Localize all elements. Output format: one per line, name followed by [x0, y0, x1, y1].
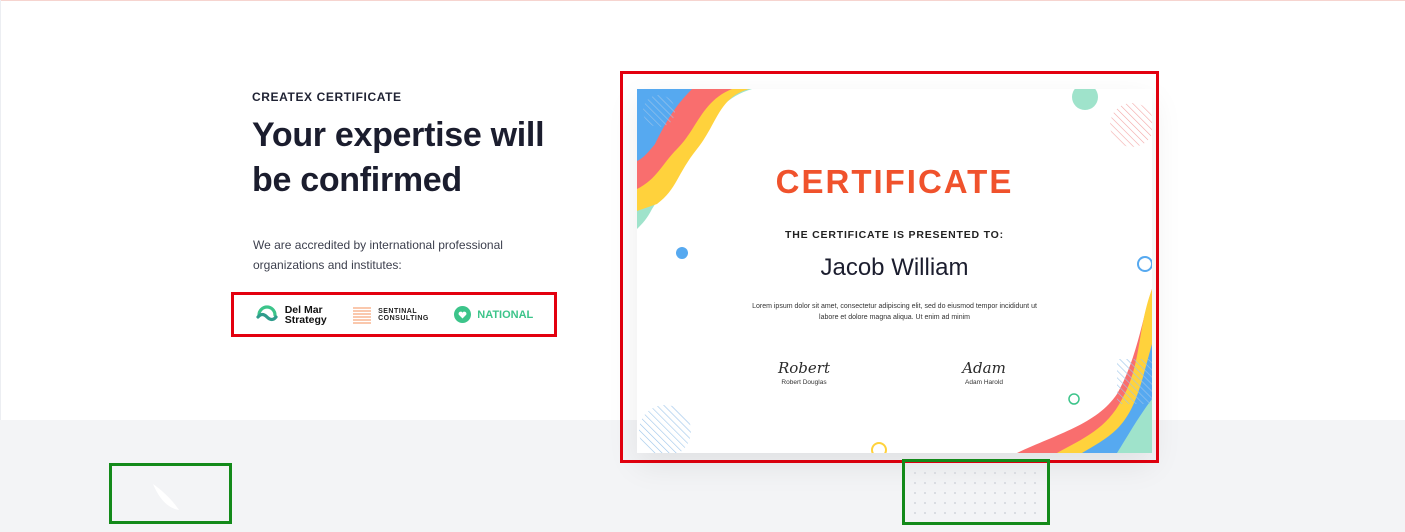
partner-logos: Del Mar Strategy SENTINAL CONSULTING NAT… [231, 292, 557, 337]
section-headline: Your expertise will be confirmed [252, 116, 545, 199]
wave-logo-icon [256, 304, 278, 321]
partner-sentinal[interactable]: SENTINAL CONSULTING [352, 306, 429, 324]
left-divider [0, 0, 1, 420]
partner-sentinal-line1: SENTINAL [378, 307, 418, 315]
section-description: We are accredited by international profe… [253, 238, 503, 272]
certificate-body: Lorem ipsum dolor sit amet, consectetur … [752, 303, 1037, 321]
signature-script: Robert [777, 359, 830, 377]
heart-badge-icon [454, 306, 472, 323]
signature-name: Robert Douglas [781, 379, 827, 386]
partner-national-label: NATIONAL [477, 308, 534, 321]
partner-sentinal-line2: CONSULTING [378, 314, 429, 322]
certificate-recipient: Jacob William [820, 254, 969, 281]
signature-name: Adam Harold [965, 379, 1003, 386]
partner-del-mar[interactable]: Del Mar Strategy [255, 304, 327, 326]
signature-script: Adam [962, 359, 1006, 377]
leaf-decor-icon [153, 484, 179, 510]
decor-highlight-right [902, 459, 1050, 525]
certificate-card[interactable]: CERTIFICATE THE CERTIFICATE IS PRESENTED… [637, 89, 1152, 453]
section-eyebrow: CREATEX CERTIFICATE [252, 90, 402, 104]
stripes-logo-icon [353, 306, 372, 324]
certificate-title: CERTIFICATE [775, 163, 1014, 200]
partner-del-mar-line2: Strategy [284, 313, 327, 326]
partner-national[interactable]: NATIONAL [454, 306, 533, 323]
signature-robert: Robert Robert Douglas [754, 359, 854, 386]
partner-del-mar-line1: Del Mar [284, 303, 323, 316]
certificate-subtitle: THE CERTIFICATE IS PRESENTED TO: [785, 229, 1004, 241]
top-divider [0, 0, 1405, 1]
signature-adam: Adam Adam Harold [934, 359, 1034, 386]
